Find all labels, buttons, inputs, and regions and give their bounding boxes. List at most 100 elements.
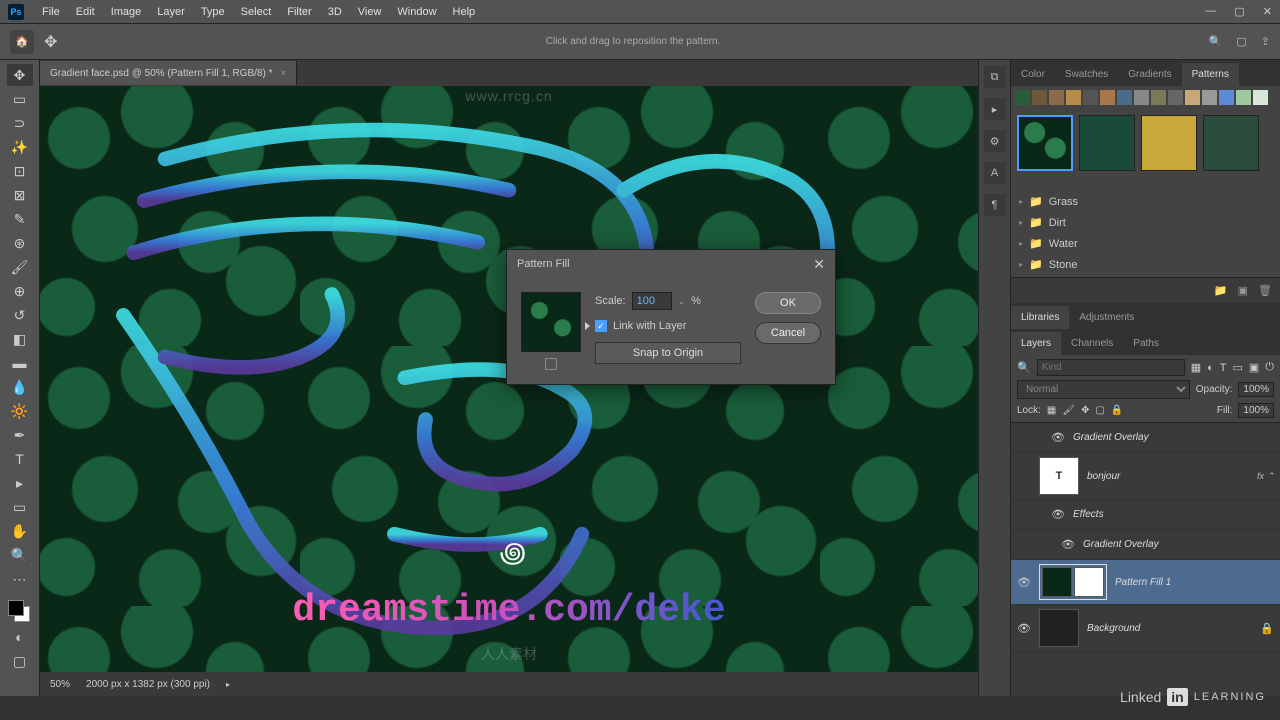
hand-tool[interactable]: ✋	[7, 520, 33, 542]
lock-position-icon[interactable]: ✥	[1081, 405, 1089, 416]
visibility-toggle[interactable]: 👁	[1017, 576, 1031, 589]
move-tool[interactable]: ✥	[7, 64, 33, 86]
quick-mask-tool[interactable]: ◐	[7, 626, 33, 648]
share-icon[interactable]: ⇪	[1261, 35, 1270, 48]
crop-tool[interactable]: ⊡	[7, 160, 33, 182]
pattern-swatch[interactable]	[1253, 90, 1268, 105]
history-brush-tool[interactable]: ↺	[7, 304, 33, 326]
link-checkbox[interactable]: ✓	[595, 320, 607, 332]
ok-button[interactable]: OK	[755, 292, 821, 314]
clone-stamp-tool[interactable]: ⊕	[7, 280, 33, 302]
eyedropper-tool[interactable]: ✎	[7, 208, 33, 230]
filter-smart-icon[interactable]: ▣	[1249, 361, 1259, 374]
tab-channels[interactable]: Channels	[1061, 332, 1123, 355]
home-button[interactable]: 🏠	[10, 30, 34, 54]
visibility-toggle[interactable]: 👁	[1061, 538, 1075, 551]
fill-value[interactable]: 100%	[1238, 403, 1274, 418]
dodge-tool[interactable]: 🔆	[7, 400, 33, 422]
pattern-swatch[interactable]	[1117, 90, 1132, 105]
menu-select[interactable]: Select	[233, 6, 280, 18]
visibility-toggle[interactable]: 👁	[1017, 622, 1031, 635]
new-pattern-icon[interactable]	[545, 358, 557, 370]
layer-effects-header[interactable]: 👁 Effects	[1011, 500, 1280, 530]
lock-all-icon[interactable]: 🔒	[1111, 405, 1123, 416]
pattern-swatch[interactable]	[1032, 90, 1047, 105]
folder-water[interactable]: ▸📁Water	[1019, 233, 1272, 254]
pattern-swatch[interactable]	[1151, 90, 1166, 105]
folder-grass[interactable]: ▸📁Grass	[1019, 191, 1272, 212]
tab-adjustments[interactable]: Adjustments	[1069, 306, 1144, 329]
pattern-swatch[interactable]	[1185, 90, 1200, 105]
layer-pattern-fill-1[interactable]: 👁 Pattern Fill 1	[1011, 560, 1280, 605]
tab-layers[interactable]: Layers	[1011, 332, 1061, 355]
pattern-thumb[interactable]	[1203, 115, 1259, 171]
history-panel-icon[interactable]: ⧉	[984, 66, 1006, 88]
canvas[interactable]: www.rrcg.cn ꩜ dreamstime.com/deke 人人素材 P…	[40, 86, 978, 672]
scale-input[interactable]	[632, 292, 672, 310]
lock-artboard-icon[interactable]: ▢	[1095, 405, 1104, 416]
folder-stone[interactable]: ▸📁Stone	[1019, 254, 1272, 275]
opacity-value[interactable]: 100%	[1238, 382, 1274, 397]
gradient-tool[interactable]: ▬	[7, 352, 33, 374]
visibility-toggle[interactable]: 👁	[1051, 431, 1065, 444]
pattern-thumb[interactable]	[1141, 115, 1197, 171]
character-panel-icon[interactable]: A	[984, 162, 1006, 184]
filter-toggle-icon[interactable]: ⏻	[1265, 361, 1274, 374]
tab-color[interactable]: Color	[1011, 63, 1055, 86]
menu-help[interactable]: Help	[445, 6, 484, 18]
close-tab-icon[interactable]: ×	[280, 68, 286, 79]
menu-filter[interactable]: Filter	[279, 6, 319, 18]
pattern-swatch[interactable]	[1049, 90, 1064, 105]
properties-panel-icon[interactable]: ⚙	[984, 130, 1006, 152]
pattern-swatch[interactable]	[1168, 90, 1183, 105]
menu-file[interactable]: File	[34, 6, 68, 18]
search-icon[interactable]: 🔍	[1209, 35, 1223, 48]
pattern-swatch[interactable]	[1236, 90, 1251, 105]
path-selection-tool[interactable]: ▸	[7, 472, 33, 494]
actions-panel-icon[interactable]: ▸	[984, 98, 1006, 120]
layer-bonjour[interactable]: T bonjour fx ⌃	[1011, 453, 1280, 500]
visibility-toggle[interactable]: 👁	[1051, 508, 1065, 521]
frame-tool[interactable]: ⊠	[7, 184, 33, 206]
filter-shape-icon[interactable]: ▭	[1232, 361, 1242, 374]
tab-gradients[interactable]: Gradients	[1118, 63, 1181, 86]
tab-swatches[interactable]: Swatches	[1055, 63, 1118, 86]
blur-tool[interactable]: 💧	[7, 376, 33, 398]
arrange-icon[interactable]: ▢	[1236, 35, 1246, 48]
magic-wand-tool[interactable]: ✨	[7, 136, 33, 158]
new-pattern-icon[interactable]: ▣	[1238, 284, 1248, 297]
pattern-swatch[interactable]	[1066, 90, 1081, 105]
blend-mode-select[interactable]: Normal	[1017, 380, 1190, 399]
tab-paths[interactable]: Paths	[1123, 332, 1169, 355]
minimize-icon[interactable]: —	[1205, 5, 1216, 18]
save-folder-icon[interactable]: 📁	[1214, 284, 1228, 297]
scale-dropdown-icon[interactable]: ⌄	[678, 296, 686, 307]
zoom-level[interactable]: 50%	[50, 679, 70, 690]
doc-info-arrow-icon[interactable]: ▸	[226, 680, 230, 689]
menu-layer[interactable]: Layer	[149, 6, 193, 18]
snap-to-origin-button[interactable]: Snap to Origin	[595, 342, 741, 364]
lock-transparency-icon[interactable]: ▦	[1047, 405, 1056, 416]
move-tool-icon[interactable]: ✥	[44, 32, 57, 52]
menu-edit[interactable]: Edit	[68, 6, 103, 18]
filter-type-icon[interactable]: T	[1220, 362, 1227, 374]
healing-brush-tool[interactable]: ⊛	[7, 232, 33, 254]
brush-tool[interactable]: 🖌	[7, 256, 33, 278]
layer-effect-gradient-overlay[interactable]: 👁 Gradient Overlay	[1011, 423, 1280, 453]
close-icon[interactable]: ✕	[1263, 5, 1272, 18]
delete-icon[interactable]: 🗑	[1258, 284, 1272, 297]
cancel-button[interactable]: Cancel	[755, 322, 821, 344]
tab-patterns[interactable]: Patterns	[1182, 63, 1239, 86]
paragraph-panel-icon[interactable]: ¶	[984, 194, 1006, 216]
pattern-swatch[interactable]	[1015, 90, 1030, 105]
layer-filter-input[interactable]	[1037, 359, 1185, 376]
dialog-close-icon[interactable]: ✕	[813, 256, 825, 273]
maximize-icon[interactable]: ▢	[1234, 5, 1244, 18]
lock-pixels-icon[interactable]: 🖌	[1062, 405, 1075, 416]
rectangle-tool[interactable]: ▭	[7, 496, 33, 518]
menu-3d[interactable]: 3D	[320, 6, 350, 18]
pattern-swatch[interactable]	[1134, 90, 1149, 105]
pattern-thumb-selected[interactable]	[1017, 115, 1073, 171]
document-tab[interactable]: Gradient face.psd @ 50% (Pattern Fill 1,…	[40, 61, 297, 85]
pattern-thumb[interactable]	[1079, 115, 1135, 171]
